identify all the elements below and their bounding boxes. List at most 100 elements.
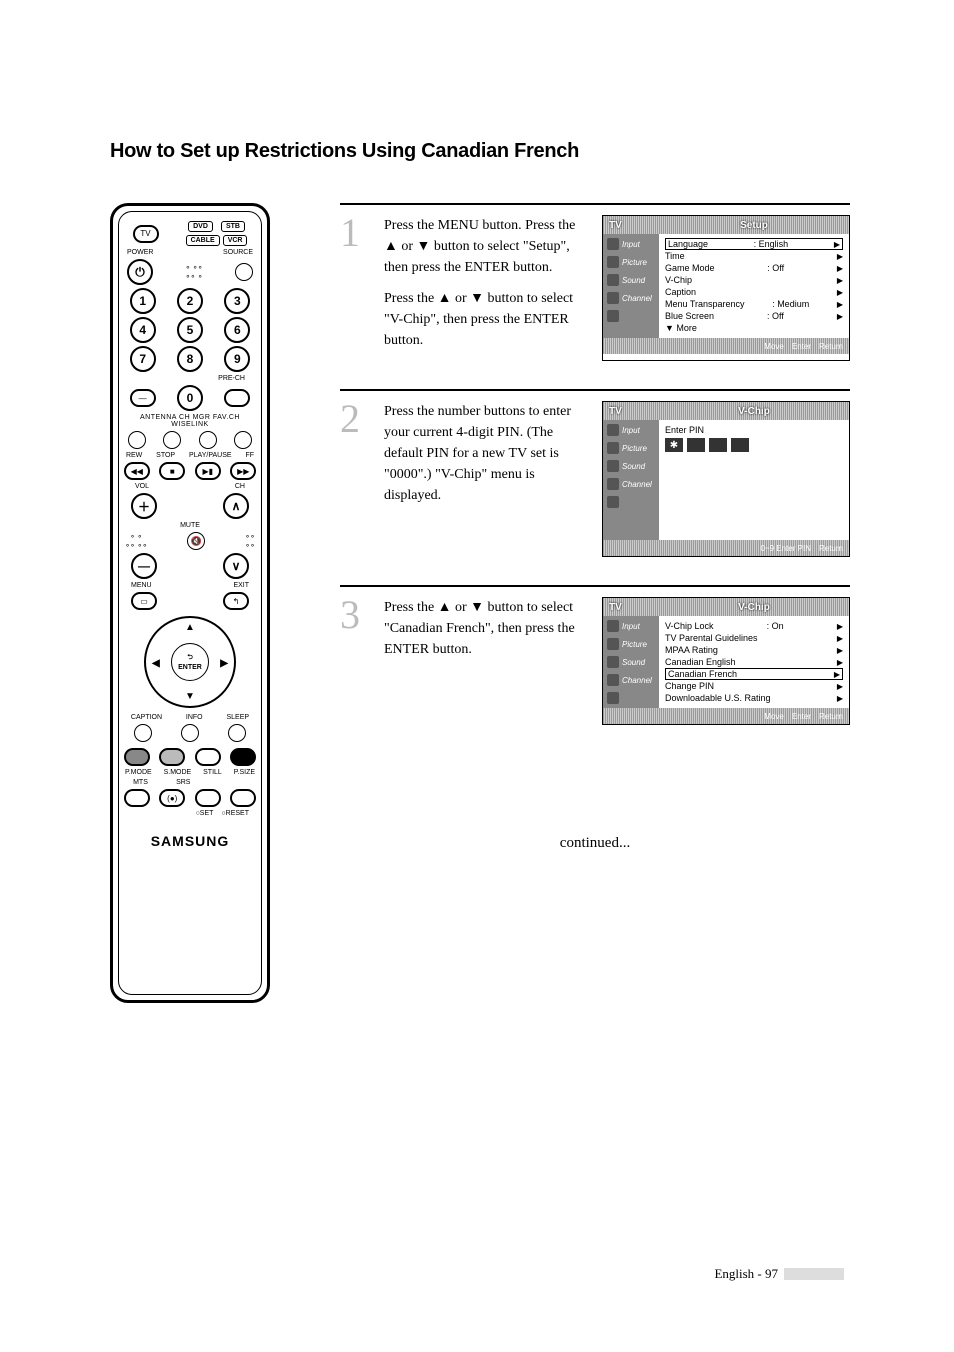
osd-row-vchip: V-Chip▶ bbox=[665, 274, 843, 286]
stb-button[interactable]: STB bbox=[221, 221, 245, 232]
caption-label: CAPTION bbox=[131, 714, 162, 721]
channel-icon bbox=[607, 674, 619, 686]
wiselink-button[interactable] bbox=[234, 431, 252, 449]
num-1[interactable]: 1 bbox=[130, 288, 156, 314]
prech-button[interactable] bbox=[224, 389, 250, 407]
favch-button[interactable] bbox=[199, 431, 217, 449]
step-1-number: 1 bbox=[340, 215, 370, 361]
num-9[interactable]: 9 bbox=[224, 346, 250, 372]
setup-icon bbox=[607, 310, 619, 322]
color-a-button[interactable] bbox=[124, 748, 150, 766]
osd-side-picture: Picture bbox=[603, 638, 659, 650]
play-button[interactable]: ▶▮ bbox=[195, 462, 221, 480]
vcr-button[interactable]: VCR bbox=[223, 235, 248, 246]
extra1-button[interactable] bbox=[195, 789, 221, 807]
osd-main: Language: English▶ Time▶ Game Mode: Off▶… bbox=[659, 234, 849, 338]
continued-text: continued... bbox=[340, 835, 850, 852]
pmode-label: P.MODE bbox=[125, 769, 152, 776]
brand-logo: SAMSUNG bbox=[121, 833, 259, 849]
dash-button[interactable]: — bbox=[130, 389, 156, 407]
osd-side-setup bbox=[603, 692, 659, 704]
sleep-button[interactable] bbox=[228, 724, 246, 742]
color-c-button[interactable] bbox=[195, 748, 221, 766]
srs-button[interactable]: (●) bbox=[159, 789, 185, 807]
ff-button[interactable]: ▶▶ bbox=[230, 462, 256, 480]
caption-button[interactable] bbox=[134, 724, 152, 742]
num-6[interactable]: 6 bbox=[224, 317, 250, 343]
osd-title: V-Chip bbox=[659, 602, 849, 613]
num-4[interactable]: 4 bbox=[130, 317, 156, 343]
osd-row-menutrans: Menu Transparency: Medium▶ bbox=[665, 298, 843, 310]
power-button[interactable]: ⏻ bbox=[127, 259, 153, 285]
page-title: How to Set up Restrictions Using Canadia… bbox=[110, 140, 850, 163]
osd-sidebar: Input Picture Sound Channel bbox=[603, 616, 659, 708]
tv-button[interactable]: TV bbox=[133, 225, 159, 243]
mute-label: MUTE bbox=[180, 522, 200, 529]
osd-side-channel: Channel bbox=[603, 292, 659, 304]
exit-button[interactable]: ↰ bbox=[223, 592, 249, 610]
input-icon bbox=[607, 424, 619, 436]
smode-label: S.MODE bbox=[164, 769, 192, 776]
osd-side-input: Input bbox=[603, 620, 659, 632]
color-b-button[interactable] bbox=[159, 748, 185, 766]
extra2-button[interactable] bbox=[230, 789, 256, 807]
stop-button[interactable]: ■ bbox=[159, 462, 185, 480]
pin-boxes: ✱ bbox=[665, 438, 843, 452]
channel-icon bbox=[607, 478, 619, 490]
vol-up-button[interactable]: ＋ bbox=[131, 493, 157, 519]
osd-side-picture: Picture bbox=[603, 442, 659, 454]
color-d-button[interactable] bbox=[230, 748, 256, 766]
rew-button[interactable]: ◀◀ bbox=[124, 462, 150, 480]
mts-label: MTS bbox=[133, 779, 148, 786]
osd-side-sound: Sound bbox=[603, 460, 659, 472]
step-3-text: Press the ▲ or ▼ button to select "Canad… bbox=[384, 597, 590, 725]
pin-box-2 bbox=[687, 438, 705, 452]
dpad[interactable]: ▲ ▼ ◀ ▶ ⮌ ENTER bbox=[144, 616, 236, 708]
osd-side-channel: Channel bbox=[603, 674, 659, 686]
ch-up-button[interactable]: ∧ bbox=[223, 493, 249, 519]
osd-row-bluescreen: Blue Screen: Off▶ bbox=[665, 310, 843, 322]
osd-row-language: Language: English▶ bbox=[665, 238, 843, 250]
num-8[interactable]: 8 bbox=[177, 346, 203, 372]
ch-down-button[interactable]: ∨ bbox=[223, 553, 249, 579]
antenna-button[interactable] bbox=[128, 431, 146, 449]
psize-label: P.SIZE bbox=[234, 769, 255, 776]
num-3[interactable]: 3 bbox=[224, 288, 250, 314]
sound-icon bbox=[607, 274, 619, 286]
num-5[interactable]: 5 bbox=[177, 317, 203, 343]
menu-label: MENU bbox=[131, 582, 152, 589]
pin-box-1: ✱ bbox=[665, 438, 683, 452]
setup-icon bbox=[607, 692, 619, 704]
step-3-number: 3 bbox=[340, 597, 370, 725]
osd-setup: TV Setup Input Picture Sound Channel bbox=[602, 215, 850, 361]
input-icon bbox=[607, 620, 619, 632]
dvd-button[interactable]: DVD bbox=[188, 221, 213, 232]
num-7[interactable]: 7 bbox=[130, 346, 156, 372]
remote-control: TV DVD STB CABLE VCR POWER SOURC bbox=[110, 203, 270, 1003]
osd-side-sound: Sound bbox=[603, 656, 659, 668]
osd-tv-label: TV bbox=[603, 406, 659, 417]
num-2[interactable]: 2 bbox=[177, 288, 203, 314]
pin-box-3 bbox=[709, 438, 727, 452]
mute-button[interactable]: 🔇 bbox=[187, 532, 205, 550]
mts-button[interactable] bbox=[124, 789, 150, 807]
osd-vchip-menu: TV V-Chip Input Picture Sound Channel bbox=[602, 597, 850, 725]
info-button[interactable] bbox=[181, 724, 199, 742]
source-button[interactable] bbox=[235, 263, 253, 281]
osd-pin-label: Enter PIN bbox=[665, 424, 843, 436]
page-bar-decoration bbox=[784, 1268, 844, 1280]
num-0[interactable]: 0 bbox=[177, 385, 203, 411]
osd-row-mpaa: MPAA Rating▶ bbox=[665, 644, 843, 656]
osd-footer: MoveEnterReturn bbox=[603, 338, 849, 354]
vol-down-button[interactable]: — bbox=[131, 553, 157, 579]
playpause-label: PLAY/PAUSE bbox=[189, 452, 232, 459]
cable-button[interactable]: CABLE bbox=[186, 235, 220, 246]
osd-title: V-Chip bbox=[659, 406, 849, 417]
input-icon bbox=[607, 238, 619, 250]
chmgr-button[interactable] bbox=[163, 431, 181, 449]
menu-button[interactable]: ▭ bbox=[131, 592, 157, 610]
osd-enter-pin: TV V-Chip Input Picture Sound Channel bbox=[602, 401, 850, 557]
picture-icon bbox=[607, 638, 619, 650]
osd-row-can-french: Canadian French▶ bbox=[665, 668, 843, 680]
enter-button[interactable]: ⮌ ENTER bbox=[171, 643, 209, 681]
